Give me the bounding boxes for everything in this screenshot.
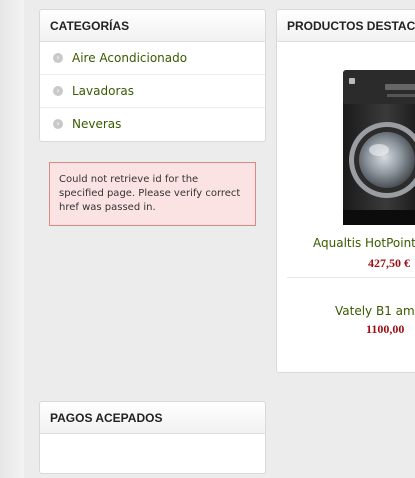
category-link[interactable]: Lavadoras: [72, 75, 134, 108]
category-link[interactable]: Neveras: [72, 108, 121, 141]
payments-header: PAGOS ACEPADOS: [40, 402, 265, 434]
washing-machine-icon: [343, 70, 415, 225]
category-item-aire-acondicionado[interactable]: › Aire Acondicionado: [40, 42, 265, 75]
featured-products-title: PRODUCTOS DESTACADOS: [287, 19, 415, 33]
bullet-icon: ›: [53, 86, 63, 96]
payments-title: PAGOS ACEPADOS: [50, 411, 163, 425]
categories-list: › Aire Acondicionado › Lavadoras › Never…: [40, 42, 265, 141]
bullet-icon: ›: [53, 53, 63, 63]
error-message-box: Could not retrieve id for the specified …: [49, 162, 256, 226]
product-price: 1100,00: [366, 322, 405, 336]
product-name-link[interactable]: Aqualtis HotPoint: [313, 236, 415, 250]
categories-header: CATEGORÍAS: [40, 10, 265, 42]
product-price: 427,50 €: [368, 256, 410, 270]
categories-box: CATEGORÍAS › Aire Acondicionado › Lavado…: [39, 9, 266, 142]
category-item-neveras[interactable]: › Neveras: [40, 108, 265, 141]
featured-products-box: PRODUCTOS DESTACADOS: [276, 9, 415, 373]
product-divider: [287, 277, 415, 278]
error-message-text: Could not retrieve id for the specified …: [59, 174, 241, 213]
bullet-icon: ›: [53, 119, 63, 129]
category-link[interactable]: Aire Acondicionado: [72, 42, 187, 75]
featured-products-header: PRODUCTOS DESTACADOS: [277, 10, 415, 42]
categories-title: CATEGORÍAS: [50, 19, 130, 33]
payments-box: PAGOS ACEPADOS: [39, 401, 266, 474]
washing-machine-image[interactable]: [341, 70, 415, 230]
product-name-link[interactable]: Vately B1 am: [335, 304, 415, 318]
page-left-shadow: [0, 0, 24, 478]
category-item-lavadoras[interactable]: › Lavadoras: [40, 75, 265, 108]
